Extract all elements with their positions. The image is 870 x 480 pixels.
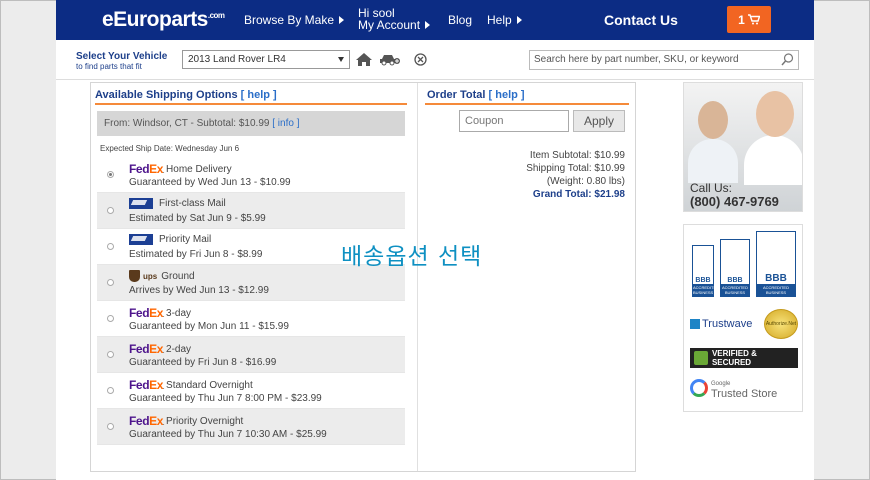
coupon-input[interactable]: Coupon (459, 110, 569, 132)
clear-vehicle-icon[interactable] (414, 53, 427, 66)
agent-face (756, 91, 794, 137)
vehicle-label: Select Your Vehicle to find parts that f… (76, 51, 168, 72)
radio-button[interactable] (107, 423, 114, 430)
trustwave-badge[interactable]: Trustwave (690, 318, 752, 330)
option-estimate: Estimated by Fri Jun 8 - $8.99 (129, 249, 263, 260)
verified-secured-badge[interactable]: VERIFIED & SECURED (690, 348, 798, 368)
fedex-logo-icon: FedEx. (129, 306, 165, 320)
blog-link[interactable]: Blog (448, 0, 472, 40)
shipping-options-title: Available Shipping Options [ help ] (95, 89, 277, 101)
info-link[interactable]: [ info ] (272, 118, 299, 129)
trustwave-icon (690, 319, 700, 329)
order-totals: Item Subtotal: $10.99 Shipping Total: $1… (526, 149, 625, 201)
radio-button[interactable] (107, 243, 114, 250)
page: eEuroparts.com Browse By Make Hi sool My … (56, 0, 814, 480)
shipping-title-underline (95, 103, 407, 105)
agent-photo (744, 135, 802, 185)
caret-right-icon (425, 21, 431, 29)
annotation-text: 배송옵션 선택 (341, 244, 483, 270)
radio-button[interactable] (107, 351, 114, 358)
shipping-option[interactable]: FedEx. Home Delivery Guaranteed by Wed Ju… (97, 157, 405, 193)
search-input[interactable]: Search here by part number, SKU, or keyw… (529, 50, 799, 70)
radio-button[interactable] (107, 279, 114, 286)
browse-by-make-menu[interactable]: Browse By Make (244, 0, 345, 40)
order-title-underline (425, 103, 629, 105)
option-estimate: Guaranteed by Thu Jun 7 8:00 PM - $23.99 (129, 393, 322, 404)
radio-button[interactable] (107, 315, 114, 322)
top-nav-bar: eEuroparts.com Browse By Make Hi sool My … (56, 0, 814, 40)
vehicle-select[interactable]: 2013 Land Rover LR4 (182, 50, 350, 69)
caret-right-icon (516, 16, 522, 24)
option-estimate: Guaranteed by Fri Jun 8 - $16.99 (129, 357, 277, 368)
agent-face-back (698, 101, 728, 139)
shipping-total: Shipping Total: $10.99 (526, 163, 625, 174)
option-estimate: Guaranteed by Mon Jun 11 - $15.99 (129, 321, 289, 332)
vehicle-bar: Select Your Vehicle to find parts that f… (56, 40, 814, 80)
authorize-net-seal[interactable]: Authorize.Net (764, 309, 798, 339)
bbb-badge-large[interactable]: BBB ACCREDITED BUSINESS (756, 231, 796, 297)
option-estimate: Arrives by Wed Jun 13 - $12.99 (129, 285, 269, 296)
shipping-option[interactable]: FedEx. Priority Overnight Guaranteed by T… (97, 409, 405, 445)
caret-right-icon (339, 16, 345, 24)
shipping-option[interactable]: FedEx. Standard Overnight Guaranteed by T… (97, 373, 405, 409)
agent-photo-back (688, 139, 738, 183)
call-us-box[interactable]: Call Us: (800) 467-9769 (683, 82, 803, 212)
cart-count: 1 (738, 12, 745, 27)
fedex-logo-icon: FedEx. (129, 378, 165, 392)
call-us-text: Call Us: (800) 467-9769 (690, 181, 779, 209)
fedex-logo-icon: FedEx. (129, 342, 165, 356)
sidebar: Call Us: (800) 467-9769 BBB ACCREDITED BU… (683, 80, 803, 480)
usps-logo-icon (129, 198, 153, 209)
shipping-option[interactable]: First-class Mail Estimated by Sat Jun 9 … (97, 193, 405, 229)
dropdown-arrow-icon (338, 57, 344, 62)
column-divider (417, 83, 418, 471)
site-logo[interactable]: eEuroparts.com (102, 8, 225, 32)
bbb-badge-small[interactable]: BBB ACCREDITED BUSINESS (692, 245, 719, 297)
garage-car-icon[interactable] (380, 53, 400, 66)
contact-us-link[interactable]: Contact Us (604, 0, 678, 40)
lock-icon (694, 351, 708, 365)
grand-total: Grand Total: $21.98 (532, 189, 625, 200)
order-help-link[interactable]: [ help ] (489, 89, 525, 101)
my-account-menu[interactable]: Hi sool My Account (358, 0, 431, 40)
expected-ship-date: Expected Ship Date: Wednesday Jun 6 (100, 144, 240, 153)
option-estimate: Estimated by Sat Jun 9 - $5.99 (129, 213, 266, 224)
shipping-option[interactable]: FedEx. 2-day Guaranteed by Fri Jun 8 - $1… (97, 337, 405, 373)
radio-button[interactable] (107, 207, 114, 214)
bbb-badge-medium[interactable]: BBB ACCREDITED BUSINESS (720, 239, 750, 297)
cart-icon (747, 14, 760, 25)
cart-button[interactable]: 1 (727, 6, 771, 33)
ship-from-bar: From: Windsor, CT - Subtotal: $10.99 [ i… (97, 111, 405, 136)
order-total-title: Order Total [ help ] (427, 89, 525, 101)
shipping-option[interactable]: FedEx. 3-day Guaranteed by Mon Jun 11 - $… (97, 301, 405, 337)
fedex-logo-icon: FedEx. (129, 414, 165, 428)
help-menu[interactable]: Help (487, 0, 522, 40)
usps-logo-icon (129, 234, 153, 245)
checkout-panel: Available Shipping Options [ help ] From… (90, 82, 636, 472)
item-subtotal: Item Subtotal: $10.99 (529, 150, 625, 161)
option-estimate: Guaranteed by Wed Jun 13 - $10.99 (129, 177, 291, 188)
trust-badges: BBB ACCREDITED BUSINESS BBB ACCREDITED BUS… (683, 224, 803, 412)
option-estimate: Guaranteed by Thu Jun 7 10:30 AM - $25.9… (129, 429, 327, 440)
shipping-options-list: FedEx. Home Delivery Guaranteed by Wed Ju… (97, 157, 405, 445)
home-icon[interactable] (356, 53, 372, 66)
search-icon[interactable] (781, 53, 794, 66)
shipping-help-link[interactable]: [ help ] (241, 89, 277, 101)
google-trusted-store-badge[interactable]: Google Trusted Store (690, 377, 777, 400)
order-weight: (Weight: 0.80 lbs) (546, 176, 625, 187)
ups-logo-icon (129, 270, 140, 282)
fedex-logo-icon: FedEx. (129, 162, 165, 176)
google-icon (690, 379, 708, 397)
phone-number: (800) 467-9769 (690, 194, 779, 209)
apply-button[interactable]: Apply (573, 110, 625, 132)
radio-button[interactable] (107, 171, 114, 178)
radio-button[interactable] (107, 387, 114, 394)
